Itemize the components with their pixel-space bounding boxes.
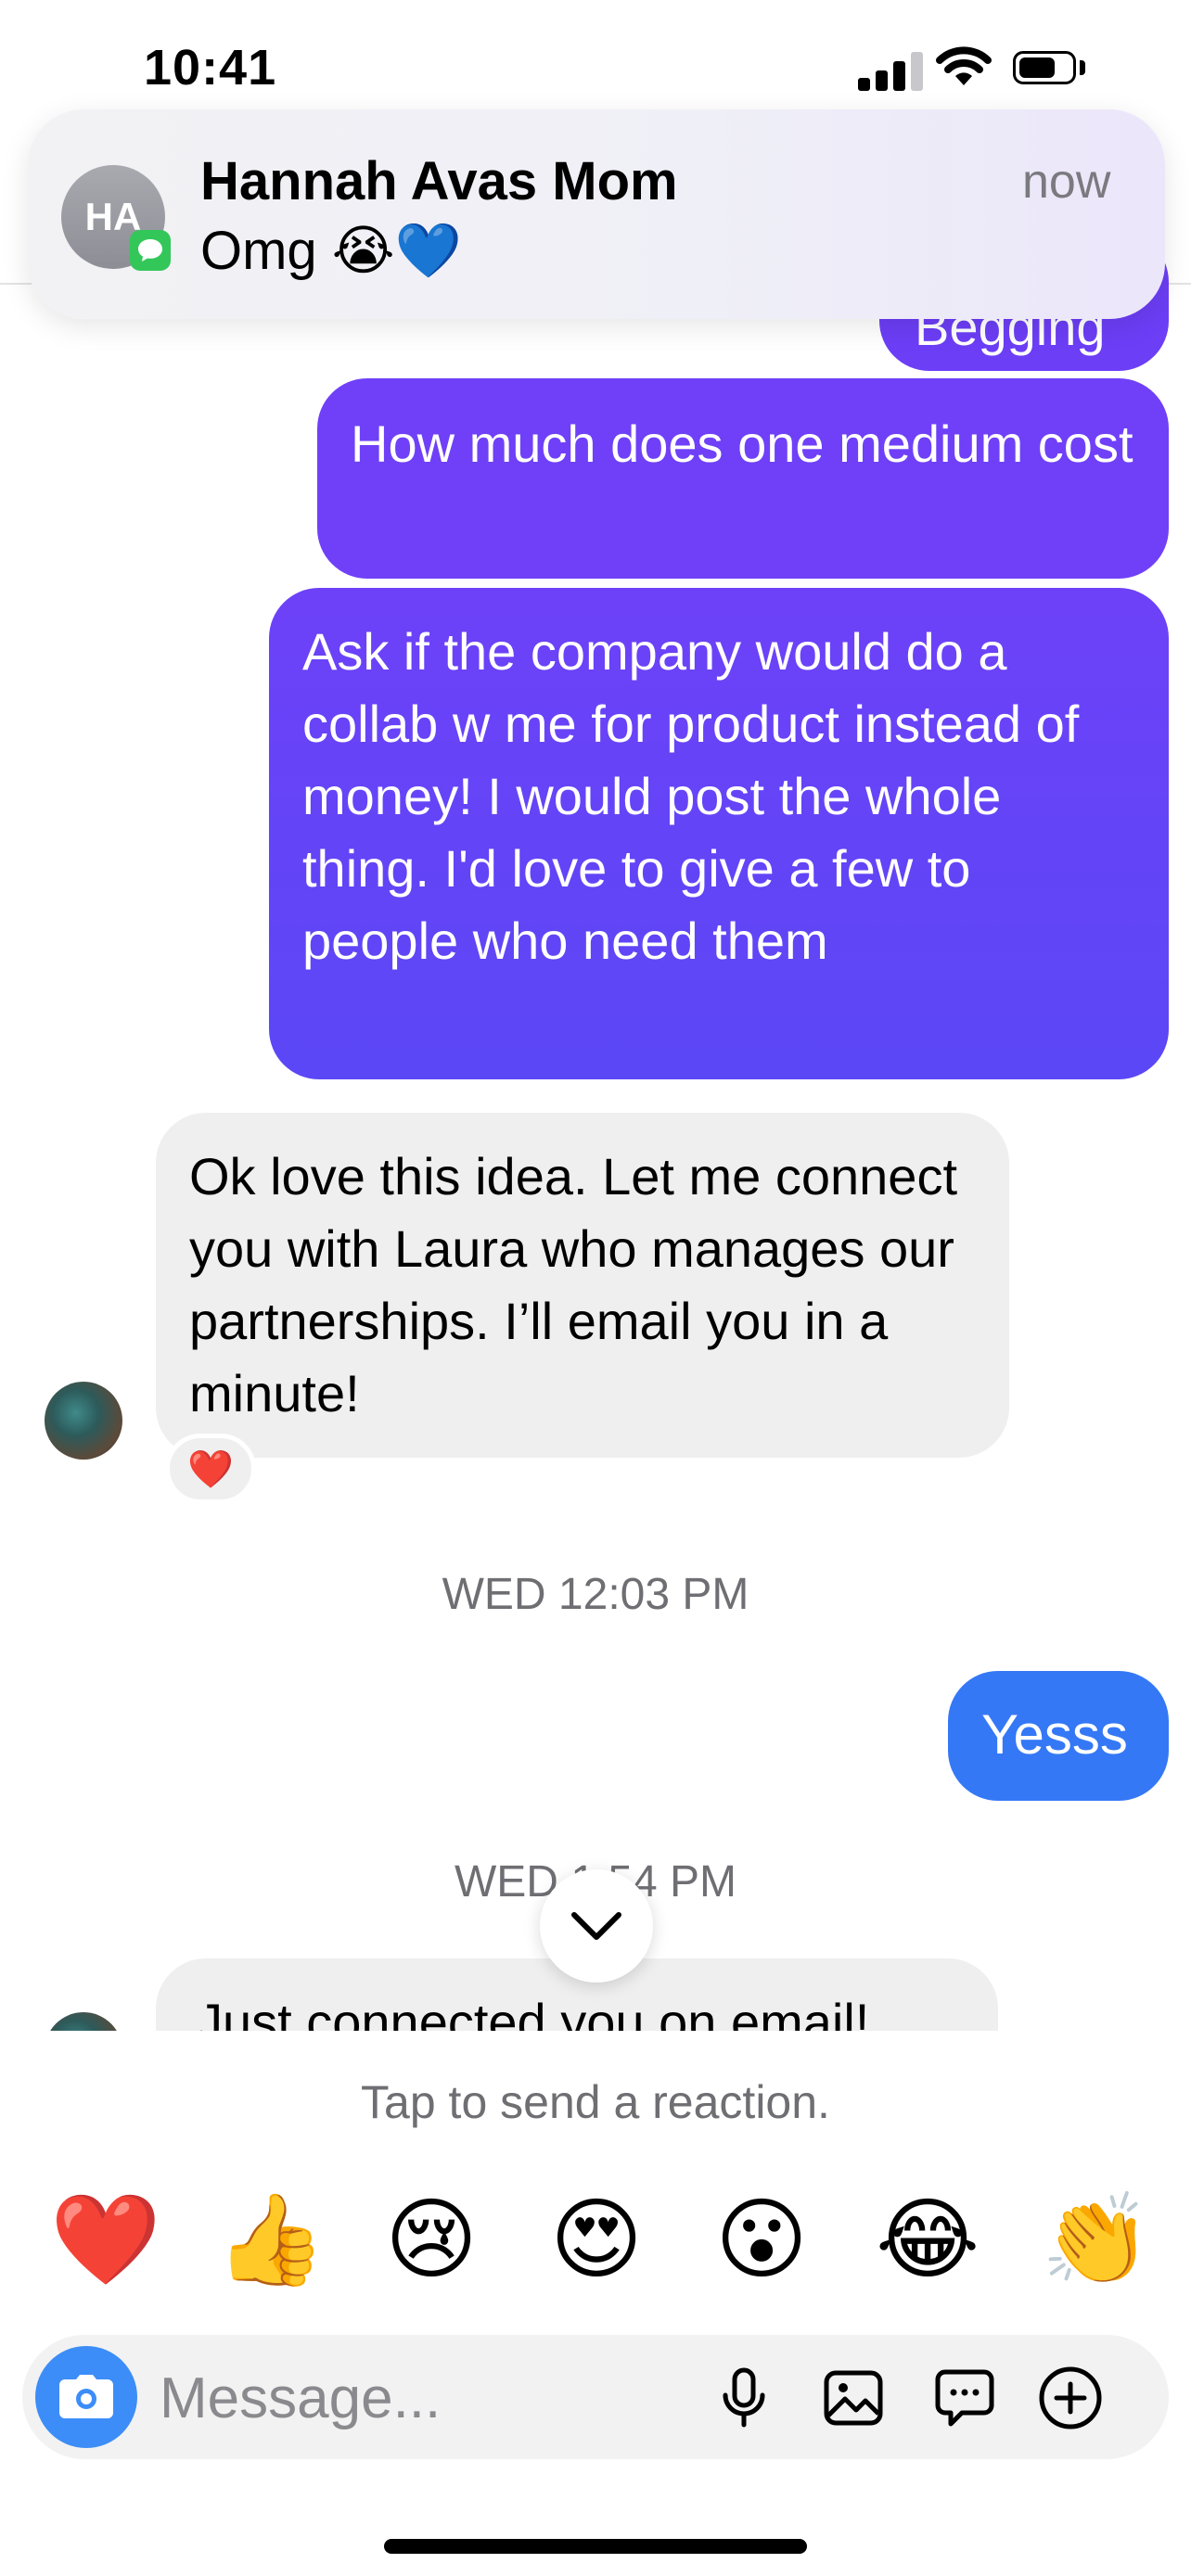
clapping-hands-reaction-button[interactable]: 👏 [1041, 2185, 1152, 2296]
battery-cap [1080, 60, 1085, 75]
camera-button[interactable] [35, 2346, 137, 2448]
status-time: 10:41 [144, 40, 277, 96]
microphone-icon [723, 2367, 765, 2428]
heart-icon: ❤️ [187, 1448, 234, 1490]
thumbs-up-reaction-button[interactable]: 👍 [215, 2185, 327, 2296]
notification-banner[interactable]: HA Hannah Avas Mom Omg 😭💙 now [28, 109, 1165, 319]
heart-reaction-badge[interactable]: ❤️ [165, 1434, 256, 1504]
message-bubble-sent[interactable]: How much does one medium cost [317, 378, 1169, 579]
messages-app-icon [130, 230, 171, 271]
heart-reaction-button[interactable]: ❤️ [50, 2185, 161, 2296]
message-bubble-sent[interactable]: Ask if the company would do a collab w m… [269, 588, 1169, 1079]
notification-title: Hannah Avas Mom [200, 151, 678, 211]
gallery-button[interactable] [818, 2363, 889, 2433]
image-icon [824, 2370, 883, 2426]
crying-face-reaction-button[interactable]: 😢 [380, 2185, 482, 2296]
notification-time: now [1022, 155, 1111, 209]
message-bubble-received[interactable]: Ok love this idea. Let me connect you wi… [156, 1113, 1009, 1458]
wifi-icon [935, 45, 992, 92]
chat-bubble-icon [935, 2369, 994, 2427]
microphone-button[interactable] [709, 2363, 779, 2433]
message-composer [22, 2335, 1169, 2459]
reaction-hint: Tap to send a reaction. [361, 2076, 830, 2128]
message-bubble-sent[interactable]: Yesss [948, 1671, 1169, 1801]
chevron-down-icon [571, 1912, 621, 1940]
home-indicator[interactable] [384, 2539, 807, 2554]
sender-avatar[interactable] [45, 1382, 122, 1460]
scroll-to-bottom-button[interactable] [540, 1869, 653, 1983]
cellular-signal-icon [858, 50, 923, 91]
sticker-button[interactable] [929, 2363, 1000, 2433]
add-button[interactable] [1035, 2363, 1106, 2433]
quick-reaction-row: ❤️ 👍 😢 😍 😮 😂 👏 [0, 2185, 1191, 2296]
message-input[interactable] [158, 2357, 681, 2439]
heart-eyes-reaction-button[interactable]: 😍 [545, 2185, 647, 2296]
laughing-face-reaction-button[interactable]: 😂 [876, 2185, 980, 2296]
plus-circle-icon [1039, 2366, 1102, 2429]
notification-body: Omg 😭💙 [200, 221, 462, 281]
message-timestamp: WED 12:03 PM [442, 1570, 749, 1619]
surprised-face-reaction-button[interactable]: 😮 [711, 2185, 813, 2296]
battery-icon [1013, 51, 1076, 84]
camera-icon [59, 2375, 113, 2418]
